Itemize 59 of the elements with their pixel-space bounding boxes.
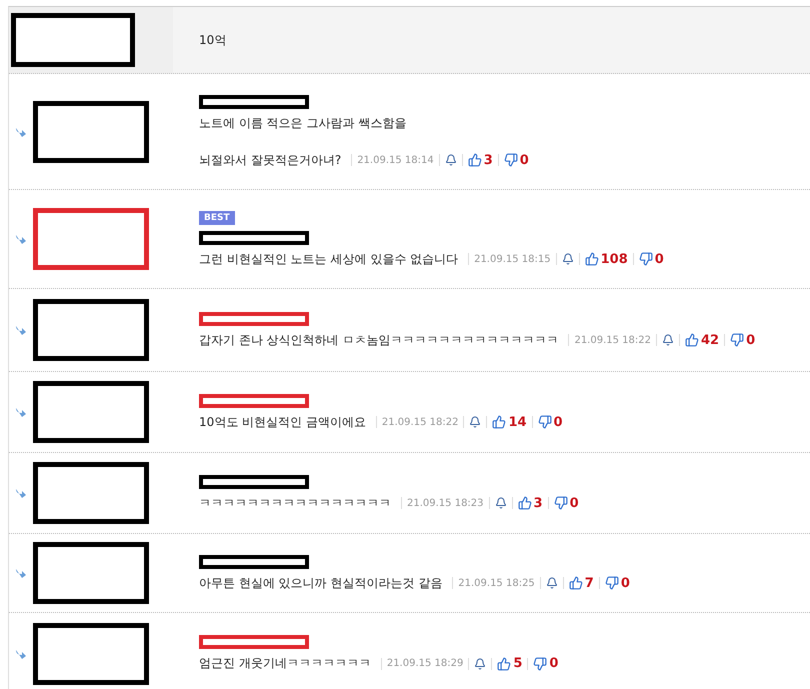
thumbs-down-icon: [533, 656, 548, 670]
dislike-button[interactable]: 0: [554, 496, 579, 510]
like-button[interactable]: 7: [568, 576, 594, 590]
thumbs-down-icon: [730, 333, 744, 347]
post-title: 10억: [199, 32, 228, 48]
comment-text: 그런 비현실적인 노트는 세상에 있을수 없습니다: [199, 250, 458, 268]
best-badge: BEST: [199, 210, 235, 224]
thumbs-down-icon: [638, 252, 653, 266]
bell-icon[interactable]: [662, 334, 674, 346]
bell-icon[interactable]: [474, 658, 486, 670]
comment-text: 갑자기 존나 상식인척하네 ㅁㅊ놈임ㅋㅋㅋㅋㅋㅋㅋㅋㅋㅋㅋㅋㅋㅋ: [199, 332, 558, 348]
reply-arrow-icon: [15, 325, 27, 335]
comment-text: 엄근진 개웃기네ㅋㅋㅋㅋㅋㅋㅋ: [199, 655, 371, 672]
dislike-button[interactable]: 0: [504, 152, 529, 168]
like-button[interactable]: 3: [468, 152, 493, 168]
thumbs-up-icon: [468, 153, 482, 167]
comment-date: 21.09.15 18:14: [357, 154, 434, 166]
comment-text: 노트에 이름 적으은 그사람과 쌕스함을: [199, 114, 406, 132]
thumbs-up-icon: [568, 576, 583, 590]
thumbs-up-icon: [497, 656, 512, 670]
thumbs-up-icon: [492, 415, 506, 429]
like-button[interactable]: 14: [492, 414, 527, 430]
reply-arrow-icon: [15, 648, 27, 658]
bell-icon[interactable]: [494, 497, 507, 509]
thumbs-down-icon: [538, 415, 552, 429]
reply-arrow-icon: [15, 234, 27, 244]
comment-date: 21.09.15 18:23: [407, 498, 484, 508]
comment-text: ㅋㅋㅋㅋㅋㅋㅋㅋㅋㅋㅋㅋㅋㅋㅋㅋ: [199, 494, 391, 512]
thumbs-up-icon: [584, 252, 599, 266]
reply-arrow-icon: [15, 407, 27, 417]
reply-arrow-icon: [15, 568, 27, 578]
reply-arrow-icon: [15, 126, 27, 136]
thumbs-up-icon: [684, 333, 699, 347]
like-button[interactable]: 42: [684, 332, 720, 348]
thumbs-down-icon: [604, 576, 619, 590]
bell-icon[interactable]: [546, 577, 558, 589]
dislike-button[interactable]: 0: [638, 252, 664, 266]
like-button[interactable]: 3: [518, 496, 543, 510]
comment-date: 21.09.15 18:22: [382, 416, 458, 428]
comment-text: 뇌절와서 잘못적은거아녀?: [199, 152, 342, 168]
thumbs-down-icon: [504, 153, 518, 167]
like-button[interactable]: 5: [497, 656, 522, 671]
comment-date: 21.09.15 18:15: [474, 254, 551, 264]
bell-icon[interactable]: [562, 253, 574, 265]
like-button[interactable]: 108: [584, 252, 628, 266]
comment-date: 21.09.15 18:29: [386, 658, 464, 669]
dislike-button[interactable]: 0: [533, 656, 558, 671]
dislike-button[interactable]: 0: [730, 332, 756, 348]
dislike-button[interactable]: 0: [604, 576, 630, 590]
comment-date: 21.09.15 18:22: [574, 334, 651, 346]
reply-arrow-icon: [15, 488, 27, 498]
dislike-button[interactable]: 0: [538, 414, 563, 430]
comment-date: 21.09.15 18:25: [458, 578, 535, 588]
bell-icon[interactable]: [444, 154, 457, 166]
bell-icon[interactable]: [469, 416, 482, 428]
comment-text: 아무튼 현실에 있으니까 현실적이라는것 같음: [199, 574, 442, 592]
comment-text: 10억도 비현실적인 금액이에요: [199, 414, 366, 430]
thumbs-up-icon: [518, 496, 532, 510]
thumbs-down-icon: [554, 496, 568, 510]
